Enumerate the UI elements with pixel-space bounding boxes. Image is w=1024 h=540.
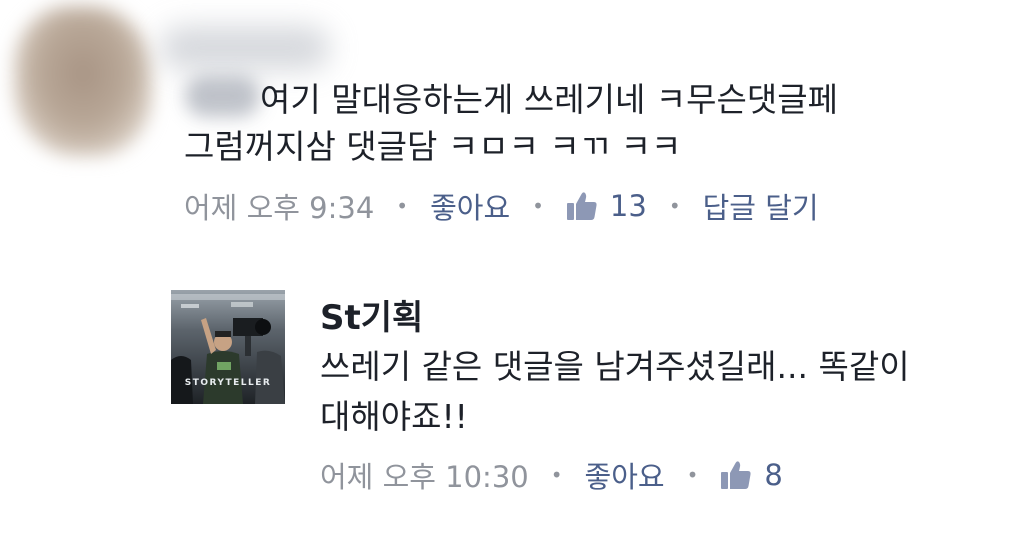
comment-1-reply-button[interactable]: 답글 달기	[703, 185, 819, 227]
comment-1-meta: 어제 오후 9:34 • 좋아요 • 13 • 답글 달기	[184, 186, 819, 226]
blurred-author-name	[160, 26, 330, 70]
separator-dot: •	[686, 463, 699, 487]
comment-2-like-count[interactable]: 8	[764, 458, 782, 492]
comment-2-timestamp[interactable]: 어제 오후 10:30	[320, 454, 529, 496]
avatar[interactable]: STORYTELLER	[171, 290, 285, 404]
comment-1-timestamp[interactable]: 어제 오후 9:34	[184, 185, 374, 227]
separator-dot: •	[550, 463, 563, 487]
avatar-caption: STORYTELLER	[184, 378, 272, 388]
separator-dot: •	[532, 194, 544, 218]
comment-1-text-line-1: 여기 말대응하는게 쓰레기네 ㅋ무슨댓글페	[260, 80, 838, 119]
comment-1-like-count[interactable]: 13	[610, 189, 647, 223]
comment-1-like-button[interactable]: 좋아요	[430, 185, 510, 227]
comment-2-text-line-2: 대해야죠!!	[320, 397, 468, 436]
comment-2-text-line-1: 쓰레기 같은 댓글을 남겨주셨길래... 똑같이	[320, 347, 910, 386]
blurred-author-name-overlap	[185, 75, 260, 117]
separator-dot: •	[668, 194, 681, 218]
comment-2-like-button[interactable]: 좋아요	[585, 454, 665, 496]
blurred-avatar	[14, 6, 152, 156]
thumbs-up-icon[interactable]	[566, 191, 598, 221]
separator-dot: •	[396, 194, 409, 218]
thumbs-up-icon[interactable]	[720, 460, 752, 490]
comment-2-meta: 어제 오후 10:30 • 좋아요 • 8	[320, 455, 783, 495]
comment-2-author-name[interactable]: St기획	[320, 295, 423, 341]
comment-1-text-line-2: 그럼꺼지삼 댓글담 ㅋㅁㅋ ㅋㄲ ㅋㅋ	[184, 127, 682, 166]
